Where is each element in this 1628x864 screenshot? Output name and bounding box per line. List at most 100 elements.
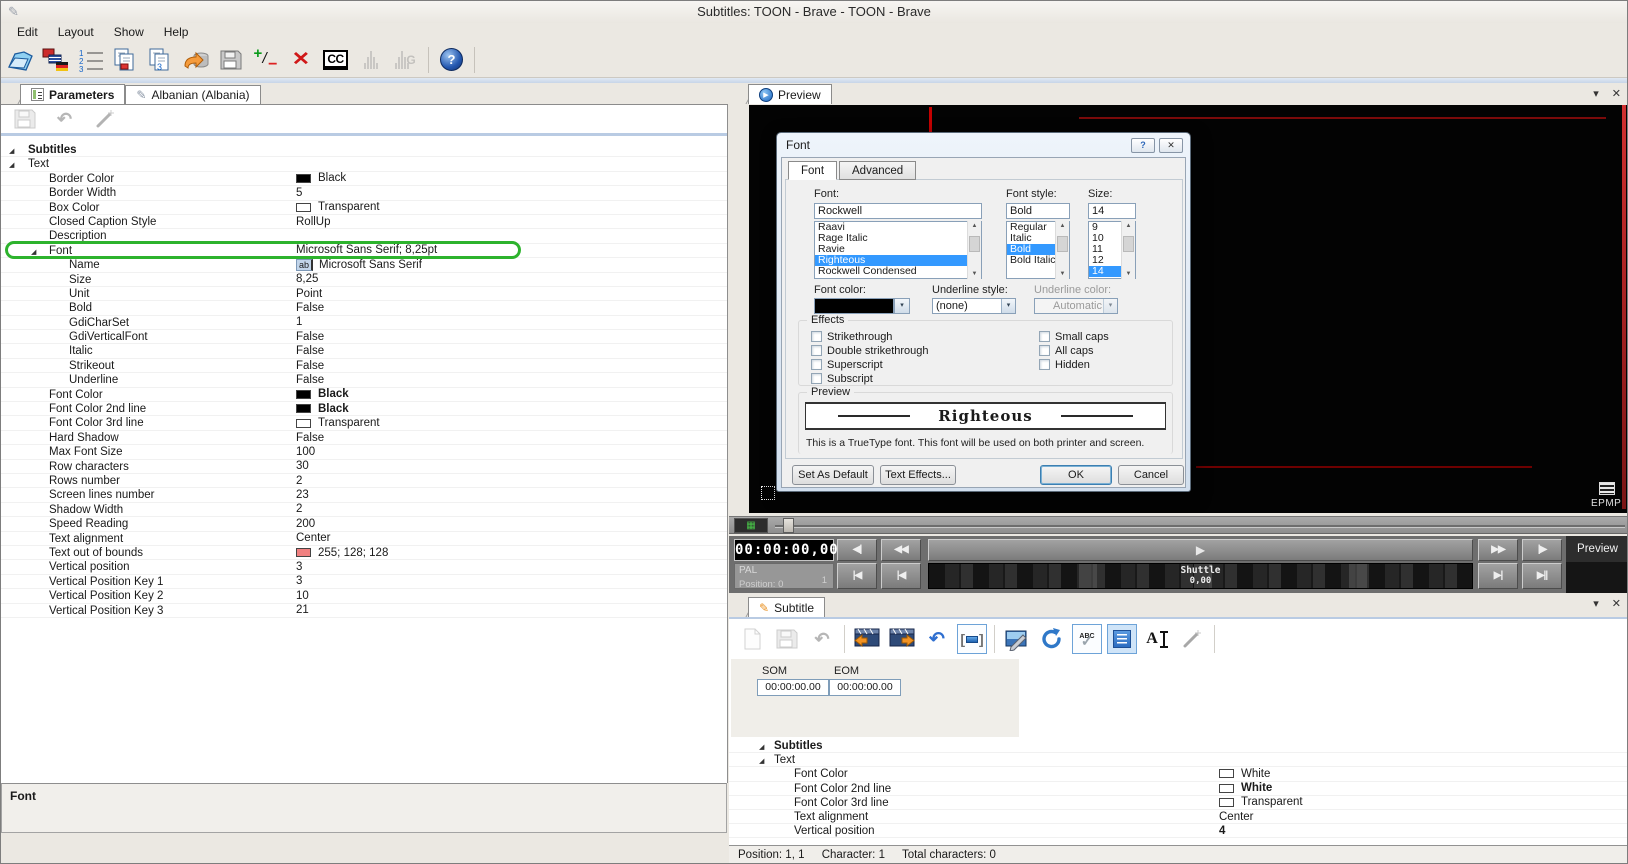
- font-list-scrollbar[interactable]: ▲▼: [967, 221, 981, 279]
- size-list-item[interactable]: 11: [1089, 244, 1121, 255]
- font-dialog-titlebar[interactable]: Font: [777, 133, 1190, 157]
- effect-checkbox[interactable]: Small caps: [1039, 331, 1109, 342]
- help-icon[interactable]: ?: [436, 44, 467, 75]
- effect-checkbox[interactable]: Superscript: [811, 359, 929, 370]
- style-list-scrollbar[interactable]: ▲▼: [1055, 221, 1069, 279]
- menu-item[interactable]: Layout: [48, 23, 104, 42]
- text-align-icon[interactable]: [1107, 624, 1137, 654]
- next-frame-button[interactable]: ▶|: [1478, 563, 1518, 589]
- style-list-item[interactable]: Bold: [1007, 244, 1055, 255]
- property-value[interactable]: 3: [296, 575, 302, 588]
- copy-subtitles-number-icon[interactable]: 3: [145, 44, 176, 75]
- property-value[interactable]: 255; 128; 128: [296, 546, 388, 559]
- next-clip-icon[interactable]: [887, 624, 917, 654]
- property-row[interactable]: ◢ Vertical Position Key 1 3: [1, 575, 727, 589]
- property-value[interactable]: False: [296, 330, 324, 343]
- property-row[interactable]: ◢ Font Color Black: [1, 388, 727, 402]
- property-value[interactable]: 10: [296, 589, 309, 602]
- property-row[interactable]: ◢ Hard Shadow False: [1, 431, 727, 445]
- seek-slider[interactable]: ▦: [729, 516, 1628, 534]
- property-value[interactable]: Transparent: [1219, 796, 1303, 809]
- export-database-icon[interactable]: [180, 44, 211, 75]
- collapse-panel-icon[interactable]: ▾: [1593, 597, 1599, 610]
- property-row[interactable]: ◢ Text alignment Center: [1, 532, 727, 546]
- shuttle-control[interactable]: Shuttle 0,00: [928, 563, 1473, 589]
- property-value[interactable]: False: [296, 344, 324, 357]
- tab-subtitle[interactable]: ✎ Subtitle: [748, 597, 825, 617]
- size-list-scrollbar[interactable]: ▲▼: [1121, 221, 1135, 279]
- slider-track[interactable]: [775, 525, 1625, 527]
- property-row[interactable]: ◢ Font Color White: [729, 767, 1628, 781]
- style-list-item[interactable]: Italic: [1007, 233, 1055, 244]
- property-row[interactable]: ◢ Speed Reading 200: [1, 517, 727, 531]
- save-subtitle-icon[interactable]: [772, 624, 802, 654]
- text-effects-button[interactable]: Text Effects...: [880, 465, 956, 485]
- property-row[interactable]: ◢ Max Font Size 100: [1, 445, 727, 459]
- duration-icon[interactable]: []: [957, 624, 987, 654]
- slider-thumb[interactable]: [783, 518, 794, 533]
- font-size-input[interactable]: 14: [1088, 203, 1136, 219]
- property-row[interactable]: ◢ Vertical position 3: [1, 560, 727, 574]
- property-row[interactable]: ◢ Subtitles: [729, 739, 1628, 753]
- style-list-item[interactable]: Regular: [1007, 222, 1055, 233]
- font-size-icon[interactable]: A: [1142, 624, 1172, 654]
- font-color-swatch[interactable]: [814, 298, 894, 314]
- size-list-item[interactable]: 10: [1089, 233, 1121, 244]
- property-row[interactable]: ◢ Underline False: [1, 373, 727, 387]
- property-row[interactable]: ◢ Vertical Position Key 3 21: [1, 604, 727, 618]
- effect-checkbox[interactable]: Subscript: [811, 373, 929, 384]
- waveform-generate-icon[interactable]: G: [390, 44, 421, 75]
- menu-item[interactable]: Edit: [7, 23, 48, 42]
- property-row[interactable]: ◢ Row characters 30: [1, 460, 727, 474]
- property-value[interactable]: False: [296, 359, 324, 372]
- property-row[interactable]: ◢ Font Microsoft Sans Serif; 8,25pt: [1, 244, 727, 258]
- languages-icon[interactable]: [40, 44, 71, 75]
- closed-caption-icon[interactable]: CC: [320, 44, 351, 75]
- property-row[interactable]: ◢ Vertical position 4: [729, 824, 1628, 838]
- font-color-dropdown-icon[interactable]: ▾: [894, 298, 910, 314]
- undo-parameters-icon[interactable]: ↶: [49, 104, 80, 135]
- delete-icon[interactable]: ✕: [285, 44, 316, 75]
- property-row[interactable]: ◢ Text alignment Center: [729, 810, 1628, 824]
- property-value[interactable]: ab Microsoft Sans Serif: [296, 258, 422, 271]
- dialog-close-icon[interactable]: ✕: [1159, 138, 1183, 153]
- font-list-item[interactable]: Rage Italic: [815, 233, 967, 244]
- property-value[interactable]: Point: [296, 287, 322, 300]
- property-value[interactable]: 3: [296, 560, 302, 573]
- property-value[interactable]: 100: [296, 445, 315, 458]
- previous-frame-button[interactable]: |◀: [881, 563, 921, 589]
- rewind-button[interactable]: ◀◀: [881, 539, 921, 561]
- property-value[interactable]: 2: [296, 503, 302, 516]
- font-list-item[interactable]: Ravie: [815, 244, 967, 255]
- menu-item[interactable]: Show: [104, 23, 154, 42]
- property-row[interactable]: ◢ Text out of bounds 255; 128; 128: [1, 546, 727, 560]
- wand-icon[interactable]: [1177, 624, 1207, 654]
- property-row[interactable]: ◢ Size 8,25: [1, 273, 727, 287]
- cancel-button[interactable]: Cancel: [1118, 465, 1184, 485]
- underline-style-select[interactable]: (none) ▾: [932, 298, 1016, 314]
- size-list-item[interactable]: 12: [1089, 255, 1121, 266]
- effect-checkbox[interactable]: Double strikethrough: [811, 345, 929, 356]
- property-row[interactable]: ◢ Subtitles: [1, 143, 727, 157]
- eom-input[interactable]: 00:00:00.00: [829, 679, 901, 696]
- font-style-input[interactable]: Bold: [1006, 203, 1070, 219]
- save-parameters-icon[interactable]: [9, 104, 40, 135]
- property-value[interactable]: 5: [296, 186, 302, 199]
- property-value[interactable]: Black: [296, 388, 349, 401]
- property-row[interactable]: ◢ Font Color 2nd line Black: [1, 402, 727, 416]
- waveform-icon[interactable]: [355, 44, 386, 75]
- refresh-icon[interactable]: [1037, 624, 1067, 654]
- font-list-item[interactable]: Rockwell Condensed: [815, 266, 967, 277]
- numbered-list-icon[interactable]: 123: [75, 44, 106, 75]
- property-value[interactable]: Transparent: [296, 416, 380, 429]
- property-row[interactable]: ◢ Font Color 2nd line White: [729, 782, 1628, 796]
- style-list-item[interactable]: Bold Italic: [1007, 255, 1055, 266]
- play-button[interactable]: ▶: [928, 539, 1473, 561]
- collapse-panel-icon[interactable]: ▾: [1593, 87, 1599, 100]
- property-row[interactable]: ◢ Description: [1, 229, 727, 243]
- dialog-help-icon[interactable]: ?: [1131, 138, 1155, 153]
- property-value[interactable]: 1: [296, 316, 302, 329]
- property-row[interactable]: ◢ Rows number 2: [1, 474, 727, 488]
- size-list-item[interactable]: 14: [1089, 266, 1121, 277]
- tab-parameters[interactable]: Parameters: [20, 84, 125, 104]
